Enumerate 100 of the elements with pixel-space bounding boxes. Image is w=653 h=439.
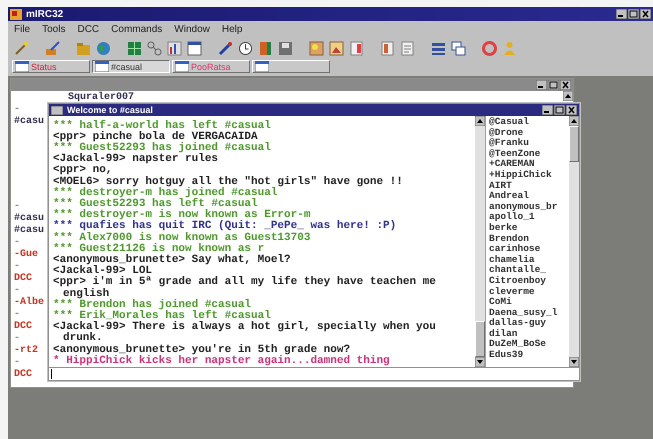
wand-icon[interactable] [14,40,29,56]
status-line: - [14,285,20,296]
book-icon[interactable] [258,40,273,56]
brush-icon[interactable] [45,40,60,56]
nick-list-item[interactable]: +HippiChick [489,170,566,181]
nick-list-item[interactable]: Brendon [489,234,566,244]
window-icon [51,106,63,114]
status-line: - [14,333,20,345]
chat-message: <anonymous_brunette> you're in 5th grade now? [52,344,352,356]
scroll-up-icon[interactable] [475,116,485,126]
nick-list-item[interactable]: dallas-guy [489,318,566,329]
scroll-up-icon[interactable] [563,91,573,101]
chat-message: *** destroyer-m has joined #casual [52,188,278,199]
nick-list-item[interactable]: CoMi [489,297,566,308]
nick-list-item[interactable]: chantalle_ [489,265,566,276]
chat-message: *** half-a-world has left #casual [52,120,272,132]
status-line: -Albe [14,297,44,309]
image-icon[interactable] [329,40,344,56]
chat-message: <ppr> pinche bola de VERGACAIDA [52,132,258,143]
status-line: - [14,104,20,116]
chat-message: *** Brendon has joined #casual [52,300,252,311]
windows-icon[interactable] [451,40,466,56]
nick-list-item[interactable]: carinhose [489,244,566,255]
status-line: - [14,357,20,369]
nick-list-item[interactable]: AIRT [489,180,566,192]
nodes-icon[interactable] [147,40,162,56]
switchbar-tab[interactable]: #casual [92,60,170,73]
minimize-icon[interactable] [616,9,627,19]
app-icon [10,8,22,20]
maximize-icon[interactable] [548,80,559,90]
status-line: #casu [14,225,44,237]
status-line: -rt2 [14,345,38,357]
status-line: - [14,201,20,213]
status-line: #casu [14,116,44,128]
menu-item[interactable]: File [14,24,30,34]
nick-list-item[interactable]: @Casual [489,117,566,128]
nick-list-item[interactable]: chamelia [489,254,566,266]
page-icon[interactable] [380,40,395,56]
page-icon[interactable] [400,40,415,56]
menu-item[interactable]: DCC [77,24,100,34]
scroll-down-icon[interactable] [569,357,579,367]
close-icon[interactable] [640,9,651,19]
nick-list-item[interactable]: berke [489,222,566,234]
chat-message: *** Guest52293 has joined #casual [52,142,272,154]
chat-message: * HippiChick kicks her napster again...damned thing [52,356,391,367]
nick-list-item[interactable]: anonymous_br [489,202,566,212]
page-icon[interactable] [349,40,364,56]
nick-list-item[interactable]: Edus39 [489,350,566,361]
scroll-down-icon[interactable] [475,357,485,367]
chat-message: <Jackal-99> LOL [52,266,154,278]
scrollbar[interactable] [475,116,485,367]
minimize-icon[interactable] [542,105,553,115]
chat-message: *** quafies has quit IRC (Quit: _PePe_ was here! :P) [52,221,398,232]
menu-item[interactable]: Window [174,24,210,34]
status-line: DCC [14,369,32,381]
nick-list-item[interactable]: @TeenZone [489,148,566,160]
list-icon[interactable] [431,40,446,56]
maximize-icon[interactable] [628,9,639,19]
nick-list-item[interactable]: cleverme [489,286,566,298]
chat-message: <Jackal-99> napster rules [52,154,220,166]
menu-item[interactable]: Help [222,24,242,34]
status-line: -Gue [14,249,38,261]
status-line: DCC [14,273,32,285]
nick-list-item[interactable]: Daena_susy_l [489,308,566,318]
clock-icon[interactable] [238,40,253,56]
chat-message: <Jackal-99> There is always a hot girl, specially when you drunk. [52,322,437,344]
nick-list-item[interactable]: @Drone [489,128,566,138]
chat-message: *** Guest21126 is now known as r [52,244,264,255]
menu-item[interactable]: Commands [111,24,162,34]
nick-list-item[interactable]: Citroenboy [489,276,566,286]
status-line: DCC [14,321,32,333]
nick-list-item[interactable]: dilan [489,328,566,340]
window-icon [15,61,29,72]
nick-list-item[interactable]: @Franku [489,138,566,149]
window-icon[interactable] [187,40,202,56]
menu-item[interactable]: Tools [42,24,66,34]
nick-list-item[interactable]: apollo_1 [489,212,566,223]
image-icon[interactable] [309,40,324,56]
scrollbar[interactable] [569,116,579,367]
maximize-icon[interactable] [554,105,565,115]
close-icon[interactable] [560,80,571,90]
grid-icon[interactable] [127,40,142,56]
minimize-icon[interactable] [536,80,547,90]
window-icon [255,61,269,72]
status-line: - [14,309,20,321]
pen-icon[interactable] [218,40,233,56]
window-icon [175,61,189,72]
scroll-up-icon[interactable] [569,116,579,126]
switchbar-tab[interactable] [252,60,330,73]
chart-icon[interactable] [167,40,182,56]
chat-message: *** Erik_Morales has left #casual [52,310,272,322]
nick-list-item[interactable]: DuZeM_BoSe [489,339,566,350]
window-icon [95,61,109,72]
status-line: - [14,261,20,273]
message-input[interactable] [49,367,579,380]
chat-message: *** Alex7000 is now known as Guest13703 [52,232,312,244]
nick-list-item[interactable]: +CAREMAN [489,159,566,170]
nick-list-item[interactable]: Andreal [489,191,566,202]
chat-message: *** destroyer-m is now known as Error-m [52,210,312,222]
close-icon[interactable] [566,105,577,115]
